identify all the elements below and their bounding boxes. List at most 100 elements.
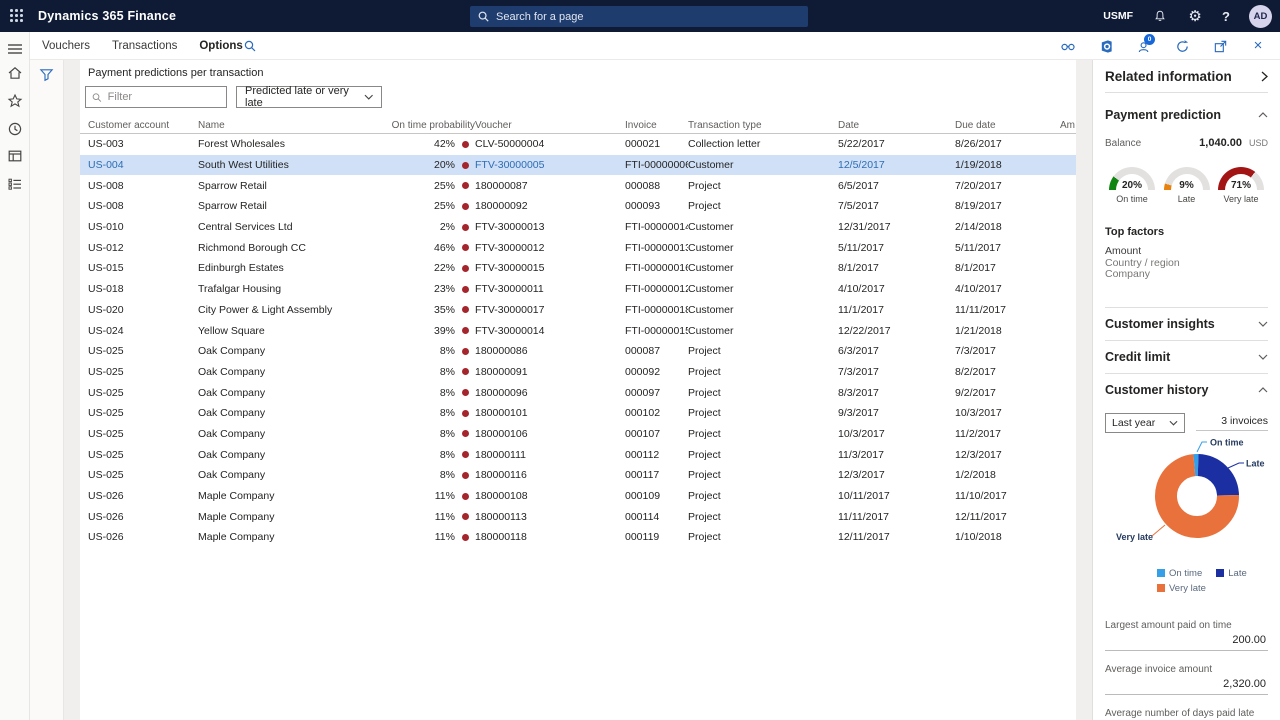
table-body: US-003Forest Wholesales42%CLV-5000000400…	[80, 134, 1076, 548]
cell-customer-account: US-012	[88, 242, 198, 254]
waffle-menu-icon[interactable]	[10, 9, 24, 23]
col-transaction-type[interactable]: Transaction type	[688, 120, 838, 131]
close-icon[interactable]: ×	[1250, 38, 1266, 54]
avatar[interactable]: AD	[1249, 5, 1272, 28]
table-row[interactable]: US-025Oak Company8%180000116000117Projec…	[80, 465, 1076, 486]
table-row[interactable]: US-025Oak Company8%180000101000102Projec…	[80, 403, 1076, 424]
cell-name: Maple Company	[198, 511, 378, 523]
settings-gear-icon[interactable]: ⚙	[1187, 8, 1203, 24]
table-row[interactable]: US-025Oak Company8%180000106000107Projec…	[80, 424, 1076, 445]
table-row[interactable]: US-026Maple Company11%180000118000119Pro…	[80, 527, 1076, 548]
cell-invoice: FTI-00000006	[625, 159, 688, 171]
filter-funnel-icon[interactable]	[39, 67, 54, 87]
table-row[interactable]: US-024Yellow Square39%FTV-30000014FTI-00…	[80, 320, 1076, 341]
table-row[interactable]: US-025Oak Company8%180000091000092Projec…	[80, 362, 1076, 383]
invoice-count: 3 invoices	[1196, 415, 1268, 431]
cell-customer-account: US-024	[88, 325, 198, 337]
gauge-very-late: 71%Very late	[1216, 167, 1266, 204]
cell-voucher: CLV-50000004	[475, 138, 625, 150]
modules-list-icon[interactable]	[7, 176, 23, 192]
help-icon[interactable]: ?	[1222, 9, 1230, 24]
section-payment-prediction[interactable]: Payment prediction	[1105, 108, 1268, 122]
home-icon[interactable]	[7, 65, 23, 81]
section-credit-limit[interactable]: Credit limit	[1105, 340, 1268, 373]
messages-badge-icon[interactable]: 0	[1136, 38, 1152, 54]
probability-dot	[455, 265, 475, 272]
cell-customer-account: US-025	[88, 428, 198, 440]
office-icon[interactable]	[1098, 38, 1114, 54]
cell-name: Edinburgh Estates	[198, 262, 378, 274]
table-row[interactable]: US-026Maple Company11%180000108000109Pro…	[80, 486, 1076, 507]
cell-customer-account[interactable]: US-004	[88, 159, 198, 171]
probability-dot	[455, 513, 475, 520]
chevron-right-icon[interactable]	[1261, 71, 1268, 82]
col-due-date[interactable]: Due date	[955, 120, 1060, 131]
cell-due-date: 5/11/2017	[955, 242, 1060, 254]
cell-on-time-probability: 8%	[378, 387, 455, 399]
cell-invoice: 000114	[625, 511, 688, 523]
prediction-filter-dropdown[interactable]: Predicted late or very late	[236, 86, 382, 108]
probability-dot	[455, 203, 475, 210]
gauge-late: 9%Late	[1162, 167, 1212, 204]
workspaces-icon[interactable]	[7, 148, 23, 164]
cell-voucher: 180000087	[475, 180, 625, 192]
col-voucher[interactable]: Voucher	[475, 120, 625, 131]
hamburger-menu-icon[interactable]	[7, 41, 23, 57]
col-amount[interactable]: Am	[1060, 120, 1076, 131]
col-name[interactable]: Name	[198, 120, 378, 131]
col-on-time-probability[interactable]: On time probability	[378, 120, 475, 131]
company-selector[interactable]: USMF	[1103, 10, 1133, 22]
table-row[interactable]: US-004South West Utilities20%FTV-3000000…	[80, 155, 1076, 176]
cell-transaction-type: Project	[688, 366, 838, 378]
cell-voucher[interactable]: FTV-30000005	[475, 159, 625, 171]
table-row[interactable]: US-012Richmond Borough CC46%FTV-30000012…	[80, 237, 1076, 258]
col-invoice[interactable]: Invoice	[625, 120, 688, 131]
table-row[interactable]: US-025Oak Company8%180000111000112Projec…	[80, 444, 1076, 465]
cell-name: Oak Company	[198, 428, 378, 440]
global-search-input[interactable]: Search for a page	[470, 6, 808, 27]
table-row[interactable]: US-015Edinburgh Estates22%FTV-30000015FT…	[80, 258, 1076, 279]
cell-name: Yellow Square	[198, 325, 378, 337]
cell-on-time-probability: 8%	[378, 407, 455, 419]
filter-input[interactable]	[108, 91, 220, 103]
table-row[interactable]: US-018Trafalgar Housing23%FTV-30000011FT…	[80, 279, 1076, 300]
probability-dot	[455, 286, 475, 293]
favorites-star-icon[interactable]	[7, 93, 23, 109]
cell-voucher: 180000092	[475, 200, 625, 212]
cell-voucher: 180000086	[475, 345, 625, 357]
notifications-bell-icon[interactable]	[1152, 8, 1168, 24]
table-row[interactable]: US-003Forest Wholesales42%CLV-5000000400…	[80, 134, 1076, 155]
action-search-icon[interactable]	[244, 40, 256, 52]
col-date[interactable]: Date	[838, 120, 955, 131]
table-row[interactable]: US-025Oak Company8%180000086000087Projec…	[80, 341, 1076, 362]
history-period-dropdown[interactable]: Last year	[1105, 413, 1185, 433]
table-row[interactable]: US-010Central Services Ltd2%FTV-30000013…	[80, 217, 1076, 238]
cell-name: Trafalgar Housing	[198, 283, 378, 295]
section-customer-insights[interactable]: Customer insights	[1105, 307, 1268, 340]
chevron-down-icon	[1258, 321, 1268, 327]
table-row[interactable]: US-008Sparrow Retail25%180000092000093Pr…	[80, 196, 1076, 217]
table-row[interactable]: US-020City Power & Light Assembly35%FTV-…	[80, 300, 1076, 321]
top-bar: Dynamics 365 Finance Search for a page U…	[0, 0, 1280, 32]
related-info-glasses-icon[interactable]	[1060, 38, 1076, 54]
tab-transactions[interactable]: Transactions	[112, 40, 177, 52]
table-row[interactable]: US-026Maple Company11%180000113000114Pro…	[80, 506, 1076, 527]
cell-invoice: 000093	[625, 200, 688, 212]
recent-clock-icon[interactable]	[7, 121, 23, 137]
section-customer-history[interactable]: Customer history	[1105, 373, 1268, 406]
table-row[interactable]: US-008Sparrow Retail25%180000087000088Pr…	[80, 175, 1076, 196]
cell-date[interactable]: 12/5/2017	[838, 159, 955, 171]
grid-filter-input[interactable]	[85, 86, 227, 108]
cell-customer-account: US-025	[88, 449, 198, 461]
tab-vouchers[interactable]: Vouchers	[42, 40, 90, 52]
refresh-icon[interactable]	[1174, 38, 1190, 54]
tab-options[interactable]: Options	[199, 40, 242, 52]
cell-customer-account: US-026	[88, 490, 198, 502]
probability-dot	[455, 327, 475, 334]
cell-transaction-type: Customer	[688, 304, 838, 316]
col-customer-account[interactable]: Customer account	[88, 120, 198, 131]
table-row[interactable]: US-025Oak Company8%180000096000097Projec…	[80, 382, 1076, 403]
open-in-new-window-icon[interactable]	[1212, 38, 1228, 54]
cell-due-date: 8/26/2017	[955, 138, 1060, 150]
action-pane: Vouchers Transactions Options 0 ×	[30, 32, 1280, 60]
